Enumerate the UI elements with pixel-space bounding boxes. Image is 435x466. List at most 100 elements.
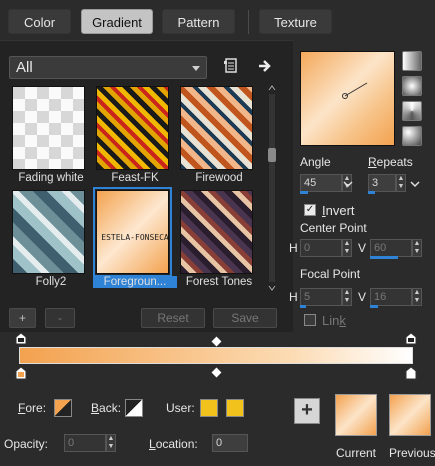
reset-button[interactable]: Reset: [141, 308, 205, 328]
category-dropdown[interactable]: All: [9, 56, 207, 79]
opacity-label: Opacity:: [4, 437, 49, 451]
chevron-down-icon[interactable]: [409, 178, 421, 188]
user-label: User:: [166, 401, 195, 415]
repeats-input[interactable]: 3: [368, 174, 396, 192]
gradient-preview[interactable]: [300, 51, 395, 146]
invert-label: Invert: [322, 203, 355, 218]
previous-gradient-swatch[interactable]: [389, 394, 431, 436]
focal-h-label: H: [289, 290, 298, 304]
swatch-preview: [12, 86, 85, 170]
sunburst-style-button[interactable]: [402, 101, 422, 121]
focal-point-label: Focal Point: [300, 267, 361, 281]
opacity-stop-left[interactable]: [15, 332, 27, 345]
angle-slider-fill[interactable]: [300, 191, 308, 194]
add-to-swatches-button[interactable]: +: [294, 398, 320, 424]
swatch-foreground[interactable]: ESTELA-FONSECA Foregroun...: [93, 187, 177, 288]
focal-h-slider-fill[interactable]: [300, 305, 306, 308]
swatch-label: Feast-FK: [111, 172, 159, 184]
scroll-track: [269, 94, 275, 282]
center-h-label: H: [289, 241, 298, 255]
angle-label: Angle: [300, 155, 331, 169]
repeats-spinner[interactable]: ▲ ▼: [396, 174, 406, 192]
gradient-bar[interactable]: [19, 347, 413, 364]
opacity-input[interactable]: 0: [64, 434, 106, 452]
previous-label: Previous: [389, 446, 435, 460]
location-input[interactable]: 0: [212, 434, 248, 452]
focal-v-spinner[interactable]: ▲ ▼: [412, 288, 422, 306]
center-v-spinner[interactable]: ▲ ▼: [412, 239, 422, 257]
scroll-up-icon[interactable]: [268, 84, 276, 92]
opacity-spinner[interactable]: ▲ ▼: [106, 434, 116, 452]
midpoint-diamond-top[interactable]: [211, 336, 222, 347]
swatch-label: Folly2: [35, 276, 67, 288]
focal-h-spinner[interactable]: ▲ ▼: [342, 288, 352, 306]
rectangular-style-button[interactable]: [402, 76, 422, 96]
chevron-down-icon[interactable]: [342, 178, 354, 188]
focal-h-input[interactable]: 5: [300, 288, 342, 306]
arrow-right-icon[interactable]: [256, 57, 274, 75]
swatch-firewood[interactable]: Firewood: [177, 84, 256, 184]
angle-handle-icon[interactable]: [339, 80, 371, 102]
center-point-label: Center Point: [300, 221, 367, 235]
tab-color[interactable]: Color: [8, 9, 71, 34]
center-v-slider-fill[interactable]: [370, 256, 398, 259]
repeats-label: Repeats: [368, 155, 413, 169]
fore-color-swatch[interactable]: [54, 399, 72, 417]
save-button[interactable]: Save: [213, 308, 277, 328]
swatch-preview: [180, 86, 253, 170]
swatch-preview: [96, 86, 169, 170]
swatch-fading-white[interactable]: Fading white: [9, 84, 88, 184]
tab-texture[interactable]: Texture: [259, 9, 332, 34]
swatch-scrollbar[interactable]: [266, 84, 278, 294]
tab-gradient[interactable]: Gradient: [81, 9, 153, 34]
swatch-label: Forest Tones: [185, 276, 253, 288]
linear-style-button[interactable]: [402, 51, 422, 71]
swatch-label: Foregroun...: [93, 276, 177, 288]
add-gradient-button[interactable]: +: [9, 308, 36, 328]
center-h-spinner[interactable]: ▲ ▼: [342, 239, 352, 257]
current-label: Current: [336, 446, 377, 460]
fore-label: Fore:: [18, 401, 47, 415]
swatch-folly2[interactable]: Folly2: [9, 188, 88, 288]
tab-separator: [248, 10, 249, 34]
scroll-down-icon[interactable]: [268, 284, 276, 292]
swatch-forest-tones[interactable]: Forest Tones: [177, 188, 256, 288]
back-color-swatch[interactable]: [125, 399, 143, 417]
swatch-preview: [93, 187, 172, 277]
focal-v-input[interactable]: 16: [370, 288, 412, 306]
center-v-label: V: [358, 241, 367, 255]
center-h-input[interactable]: 0: [300, 239, 342, 257]
tab-pattern[interactable]: Pattern: [162, 9, 235, 34]
swatch-preview: [180, 190, 253, 274]
watermark: ESTELA-FONSECA: [101, 233, 169, 242]
scroll-thumb[interactable]: [268, 148, 276, 162]
invert-checkbox[interactable]: ✓: [304, 204, 316, 216]
opacity-stop-right[interactable]: [405, 332, 417, 345]
current-gradient-swatch[interactable]: [335, 394, 377, 436]
gradient-swatch-grid: Fading white Feast-FK Firewood Folly2 ES…: [9, 84, 265, 292]
color-stop-right[interactable]: [405, 366, 417, 380]
swatch-label: Fading white: [18, 172, 84, 184]
user-color-swatch-2[interactable]: [226, 399, 244, 417]
link-label: Link: [322, 313, 346, 328]
radial-style-button[interactable]: [402, 126, 422, 146]
chevron-down-icon: [192, 66, 200, 71]
focal-v-slider-fill[interactable]: [370, 305, 378, 308]
midpoint-diamond-bottom[interactable]: [211, 367, 222, 378]
gradient-options-icon[interactable]: [222, 57, 240, 75]
angle-input[interactable]: 45: [300, 174, 342, 192]
back-label: Back:: [91, 401, 122, 415]
remove-gradient-button[interactable]: -: [45, 308, 75, 328]
swatch-feast-fk[interactable]: Feast-FK: [93, 84, 172, 184]
tab-bar: Color Gradient Pattern Texture: [0, 0, 435, 40]
swatch-label: Firewood: [195, 172, 243, 184]
repeats-slider-fill[interactable]: [368, 191, 375, 194]
location-label: Location:: [149, 437, 198, 451]
link-checkbox[interactable]: [304, 314, 316, 326]
user-color-swatch-1[interactable]: [200, 399, 218, 417]
focal-v-label: V: [358, 290, 367, 304]
category-value: All: [16, 59, 33, 76]
color-stop-left[interactable]: [15, 366, 27, 380]
swatch-preview: [12, 190, 85, 274]
center-v-input[interactable]: 60: [370, 239, 412, 257]
